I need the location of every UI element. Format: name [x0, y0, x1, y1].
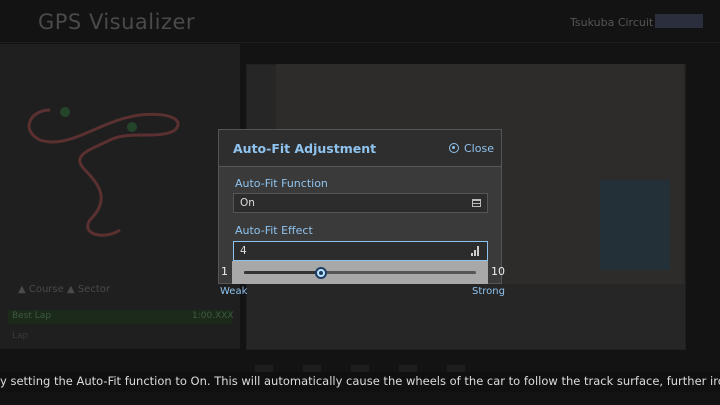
map-legend: ▲ Course ▲ Sector — [18, 284, 110, 295]
effect-slider-fill — [244, 271, 322, 274]
close-button[interactable]: Close — [449, 141, 494, 155]
lap-label-secondary: Lap — [12, 331, 29, 341]
slider-max-caption: Strong — [472, 286, 505, 297]
auto-fit-function-value: On — [240, 197, 255, 209]
course-name: Tsukuba Circuit — [570, 16, 654, 29]
close-label: Close — [464, 141, 494, 155]
track-map — [27, 107, 180, 237]
sector-marker-2 — [127, 122, 137, 132]
auto-fit-effect-label: Auto-Fit Effect — [235, 224, 313, 237]
close-icon — [449, 143, 459, 153]
dialog-header: Auto-Fit Adjustment Close — [219, 130, 501, 167]
video-scenery — [600, 180, 670, 270]
slider-min-value: 1 — [221, 265, 228, 278]
auto-fit-effect-field[interactable]: 4 — [233, 241, 488, 261]
course-logo — [655, 14, 703, 28]
auto-fit-function-select[interactable]: On — [233, 193, 488, 213]
help-text: y setting the Auto-Fit function to On. T… — [0, 374, 720, 388]
auto-fit-function-label: Auto-Fit Function — [235, 177, 328, 190]
slider-max-value: 10 — [491, 265, 505, 278]
dialog-title: Auto-Fit Adjustment — [233, 141, 377, 156]
sector-marker-1 — [60, 107, 70, 117]
list-icon — [472, 199, 481, 207]
lap-label: Best Lap — [12, 311, 52, 321]
level-bars-icon — [471, 246, 481, 256]
slider-min-caption: Weak — [220, 286, 248, 297]
app-title: GPS Visualizer — [38, 10, 196, 34]
lap-time: 1:00.XXX — [192, 311, 234, 321]
help-ticker: y setting the Auto-Fit function to On. T… — [0, 372, 720, 392]
header-divider — [0, 42, 720, 43]
auto-fit-effect-value: 4 — [240, 245, 247, 257]
